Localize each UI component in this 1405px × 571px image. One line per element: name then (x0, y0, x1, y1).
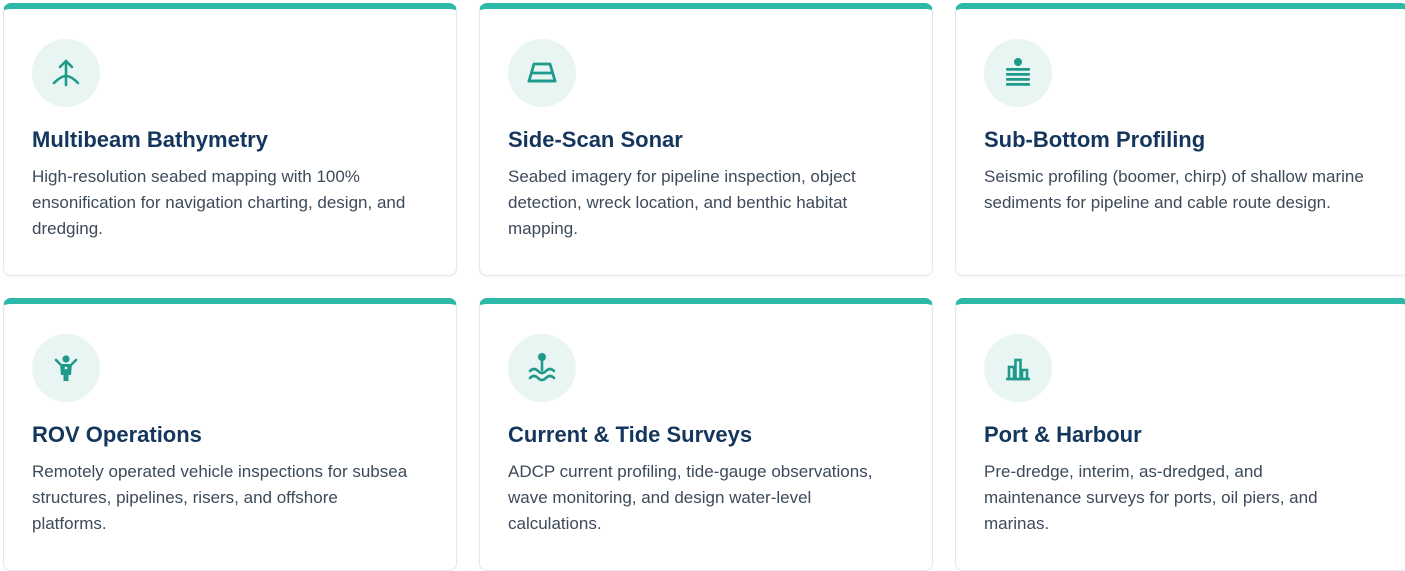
service-description: Seabed imagery for pipeline inspection, … (508, 167, 856, 238)
service-title: Port & Harbour (984, 422, 1142, 447)
boat-icon (508, 39, 576, 107)
wave-gauge-icon (508, 334, 576, 402)
service-title: Multibeam Bathymetry (32, 127, 268, 152)
robot-icon (32, 334, 100, 402)
service-description: ADCP current profiling, tide-gauge obser… (508, 462, 873, 533)
service-title: Current & Tide Surveys (508, 422, 753, 447)
anchor-icon (32, 39, 100, 107)
service-card-current-tide-surveys: Current & Tide Surveys ADCP current prof… (479, 298, 933, 571)
service-description: Remotely operated vehicle inspections fo… (32, 462, 408, 533)
service-card-rov-operations: ROV Operations Remotely operated vehicle… (3, 298, 457, 571)
layers-icon (984, 39, 1052, 107)
service-description: Seismic profiling (boomer, chirp) of sha… (984, 167, 1364, 212)
service-title: Sub-Bottom Profiling (984, 127, 1206, 152)
port-icon (984, 334, 1052, 402)
service-description: High-resolution seabed mapping with 100%… (32, 167, 406, 238)
service-card-side-scan-sonar: Side-Scan Sonar Seabed imagery for pipel… (479, 3, 933, 276)
service-card-port-harbour: Port & Harbour Pre-dredge, interim, as-d… (955, 298, 1405, 571)
service-title: Side-Scan Sonar (508, 127, 683, 152)
service-card-multibeam-bathymetry: Multibeam Bathymetry High-resolution sea… (3, 3, 457, 276)
services-grid: Multibeam Bathymetry High-resolution sea… (3, 3, 1405, 571)
service-description: Pre-dredge, interim, as-dredged, and mai… (984, 462, 1318, 533)
service-card-sub-bottom-profiling: Sub-Bottom Profiling Seismic profiling (… (955, 3, 1405, 276)
service-title: ROV Operations (32, 422, 202, 447)
